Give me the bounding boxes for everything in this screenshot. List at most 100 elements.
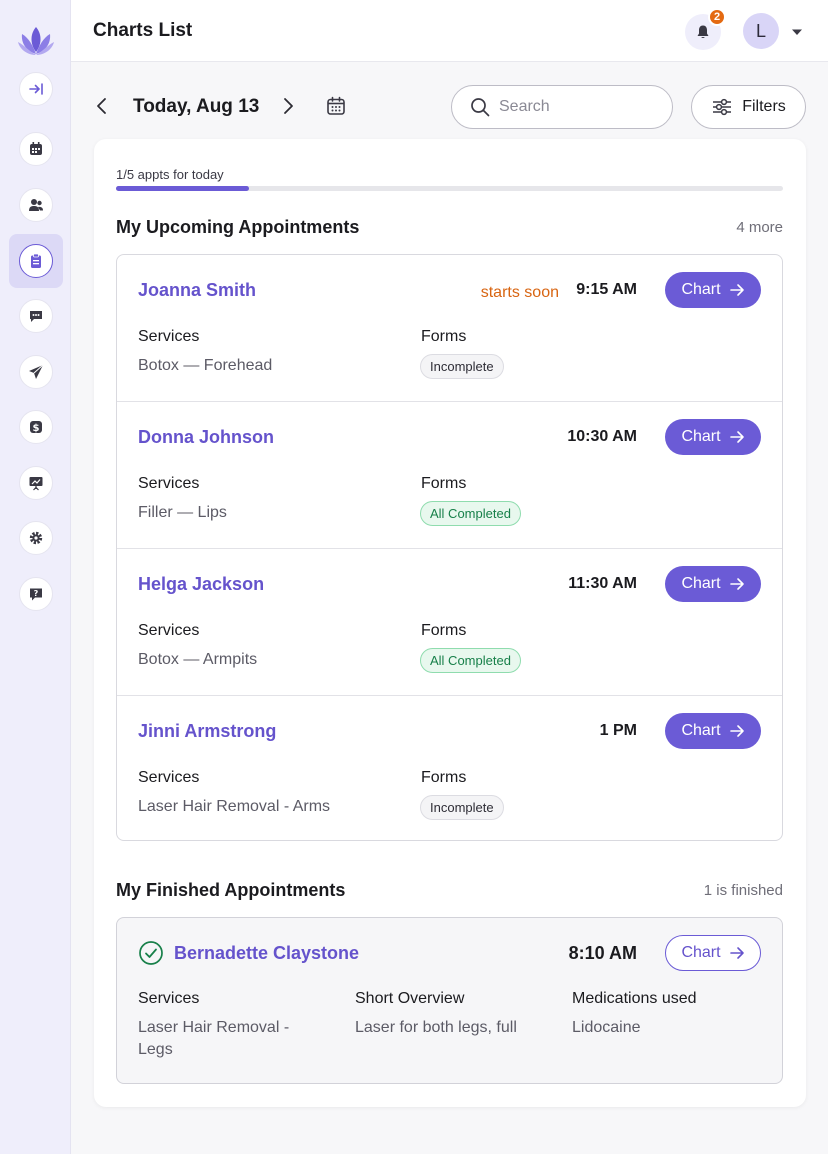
chevron-down-icon[interactable] bbox=[790, 25, 804, 39]
sidebar-collapse-button[interactable] bbox=[19, 72, 53, 106]
appointments-card: 1/5 appts for today My Upcoming Appointm… bbox=[94, 139, 806, 1107]
patient-name[interactable]: Jinni Armstrong bbox=[138, 721, 276, 742]
service-value: Botox — Forehead bbox=[138, 357, 273, 374]
notification-count-badge: 2 bbox=[708, 8, 726, 26]
user-avatar[interactable]: L bbox=[743, 13, 779, 49]
arrow-right-icon bbox=[729, 284, 744, 296]
previous-day-chevron-icon[interactable] bbox=[92, 96, 112, 116]
forms-status-badge: All Completed bbox=[420, 501, 521, 526]
chart-button-label: Chart bbox=[681, 722, 721, 739]
patient-name[interactable]: Bernadette Claystone bbox=[174, 943, 359, 964]
chart-button[interactable]: Chart bbox=[665, 713, 761, 749]
patient-name[interactable]: Donna Johnson bbox=[138, 427, 274, 448]
short-overview-label: Short Overview bbox=[355, 990, 465, 1007]
gear-icon bbox=[29, 531, 43, 545]
check-circle-icon bbox=[139, 941, 163, 965]
next-day-chevron-icon[interactable] bbox=[278, 96, 298, 116]
appointment-row: Helga Jackson 11:30 AM Chart Services Bo… bbox=[117, 549, 782, 696]
sidebar-item-reports[interactable] bbox=[19, 466, 53, 500]
sidebar-item-marketing[interactable] bbox=[19, 355, 53, 389]
forms-label: Forms bbox=[421, 622, 467, 639]
send-icon bbox=[29, 364, 44, 379]
bell-icon bbox=[697, 25, 709, 38]
top-header: Charts List 2 L bbox=[71, 0, 828, 62]
chart-button[interactable]: Chart bbox=[665, 935, 761, 971]
search-input[interactable] bbox=[499, 98, 649, 116]
services-label: Services bbox=[138, 769, 200, 786]
sidebar-item-help[interactable]: ? bbox=[19, 577, 53, 611]
arrow-right-icon bbox=[729, 431, 744, 443]
date-picker-calendar-icon[interactable] bbox=[325, 95, 347, 117]
chat-icon bbox=[30, 311, 42, 322]
forms-status-badge: Incomplete bbox=[420, 354, 504, 379]
appointment-row: Joanna Smith starts soon 9:15 AM Chart S… bbox=[117, 255, 782, 402]
services-label: Services bbox=[138, 622, 200, 639]
sidebar: $ ? bbox=[0, 0, 71, 1154]
chart-button[interactable]: Chart bbox=[665, 566, 761, 602]
finished-count: 1 is finished bbox=[703, 882, 783, 899]
services-label: Services bbox=[138, 328, 200, 345]
forms-label: Forms bbox=[421, 769, 467, 786]
medications-value: Lidocaine bbox=[572, 1019, 641, 1036]
svg-text:?: ? bbox=[34, 589, 39, 598]
current-date-label: Today, Aug 13 bbox=[133, 96, 260, 117]
sidebar-item-settings[interactable] bbox=[19, 521, 53, 555]
svg-text:$: $ bbox=[33, 423, 40, 434]
arrow-right-icon bbox=[729, 578, 744, 590]
filters-label: Filters bbox=[742, 98, 786, 115]
appointment-row: Donna Johnson 10:30 AM Chart Services Fi… bbox=[117, 402, 782, 549]
service-value: Laser Hair Removal - Arms bbox=[138, 798, 331, 815]
service-value: Laser Hair Removal - Legs bbox=[138, 1019, 290, 1058]
search-field[interactable] bbox=[451, 85, 673, 129]
dollar-icon: $ bbox=[30, 421, 42, 434]
presentation-icon bbox=[29, 477, 43, 491]
help-icon: ? bbox=[30, 588, 42, 601]
upcoming-section-title: My Upcoming Appointments bbox=[116, 217, 360, 237]
collapse-icon bbox=[29, 83, 43, 95]
progress-label: 1/5 appts for today bbox=[116, 167, 224, 182]
daily-progress-fill bbox=[116, 186, 250, 191]
filters-button[interactable]: Filters bbox=[691, 85, 806, 129]
chart-button-label: Chart bbox=[681, 575, 721, 592]
forms-label: Forms bbox=[421, 328, 467, 345]
finished-appointment-card: Bernadette Claystone 8:10 AM Chart Servi… bbox=[116, 917, 783, 1084]
appointment-row: Jinni Armstrong 1 PM Chart Services Lase… bbox=[117, 696, 782, 840]
chart-button[interactable]: Chart bbox=[665, 419, 761, 455]
services-label: Services bbox=[138, 475, 200, 492]
appointment-time: 10:30 AM bbox=[567, 428, 637, 445]
forms-status-badge: Incomplete bbox=[420, 795, 504, 820]
services-label: Services bbox=[138, 990, 200, 1007]
daily-progress-bar bbox=[116, 186, 783, 191]
medications-label: Medications used bbox=[572, 990, 697, 1007]
forms-label: Forms bbox=[421, 475, 467, 492]
appointment-time: 11:30 AM bbox=[568, 575, 637, 592]
patient-name[interactable]: Helga Jackson bbox=[138, 574, 264, 595]
service-value: Botox — Armpits bbox=[138, 651, 258, 668]
appointment-time: 9:15 AM bbox=[576, 281, 637, 298]
appointment-time: 8:10 AM bbox=[568, 943, 637, 963]
sidebar-item-messages[interactable] bbox=[19, 299, 53, 333]
clipboard-icon bbox=[31, 253, 41, 268]
chart-button[interactable]: Chart bbox=[665, 272, 761, 308]
sidebar-item-clients[interactable] bbox=[19, 188, 53, 222]
service-value: Filler — Lips bbox=[138, 504, 227, 521]
sidebar-item-calendar[interactable] bbox=[19, 132, 53, 166]
search-icon bbox=[471, 98, 490, 117]
lotus-logo-icon bbox=[18, 27, 54, 55]
upcoming-appointments-list: Joanna Smith starts soon 9:15 AM Chart S… bbox=[116, 254, 783, 841]
appointment-time: 1 PM bbox=[599, 722, 637, 739]
sidebar-item-charts[interactable] bbox=[19, 244, 53, 278]
forms-status-badge: All Completed bbox=[420, 648, 521, 673]
upcoming-more-count[interactable]: 4 more bbox=[736, 219, 783, 236]
finished-section-title: My Finished Appointments bbox=[116, 880, 346, 900]
sidebar-item-payments[interactable]: $ bbox=[19, 410, 53, 444]
short-overview-value: Laser for both legs, full bbox=[355, 1019, 517, 1036]
page-title: Charts List bbox=[93, 20, 193, 41]
chart-button-label: Chart bbox=[681, 944, 721, 961]
chart-button-label: Chart bbox=[681, 428, 721, 445]
patient-name[interactable]: Joanna Smith bbox=[138, 280, 256, 301]
arrow-right-icon bbox=[729, 947, 744, 959]
sliders-icon bbox=[713, 98, 732, 116]
calendar-icon bbox=[30, 142, 42, 155]
users-icon bbox=[29, 199, 43, 211]
